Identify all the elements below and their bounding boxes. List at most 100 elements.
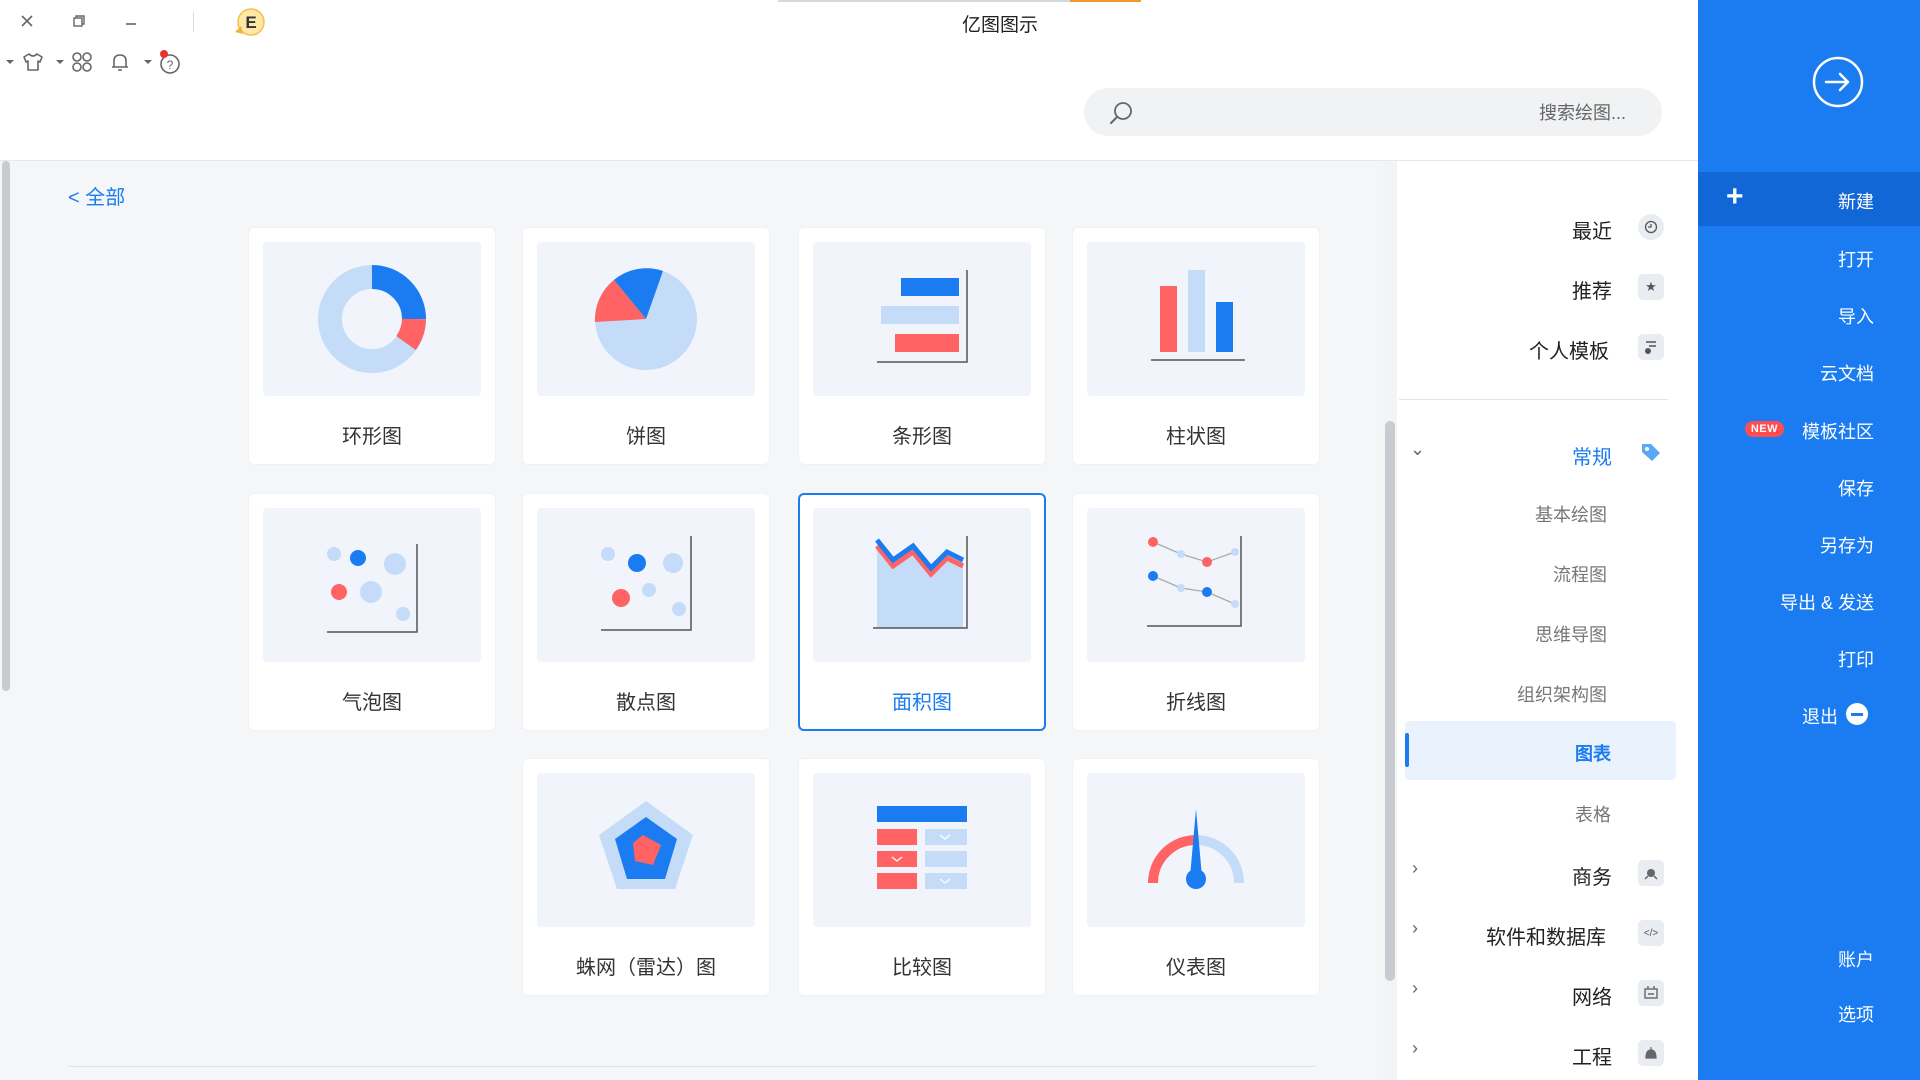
sidebar-group-general[interactable]: 常规 (1572, 441, 1612, 470)
new-badge: NEW (1744, 421, 1784, 437)
app-title: 亿图图示 (961, 15, 1038, 36)
category-sidebar: 最近 推荐 ★ 个人模板 ⌄ 常规 基本绘图 流程图 思维导图 组织架构图 图表… (1383, 161, 1698, 1080)
card-label: 气泡图 (342, 692, 402, 714)
engineering-icon (1638, 1040, 1664, 1066)
template-gallery: < 全部 柱状图 条形图 饼图 环形图 折线图 面积图 散点图 气泡图 仪表图 … (0, 161, 1383, 1080)
card-radar-chart[interactable]: 蛛网（雷达）图 (522, 758, 770, 996)
title-divider (193, 12, 194, 32)
card-label: 条形图 (892, 426, 952, 448)
chevron-right-icon[interactable]: › (1412, 978, 1418, 999)
gallery-scrollbar[interactable] (0, 161, 12, 691)
sidebar-item-recent[interactable]: 最近 (1572, 215, 1612, 244)
card-label: 仪表图 (1166, 957, 1226, 979)
line-chart-thumb-icon (1087, 508, 1305, 662)
import-button[interactable]: 导入 (1838, 303, 1874, 329)
sidebar-item-basic-drawing[interactable]: 基本绘图 (1535, 501, 1607, 527)
chevron-right-icon[interactable]: › (1412, 918, 1418, 939)
search-icon[interactable] (1108, 100, 1134, 131)
minimize-icon[interactable] (120, 10, 142, 32)
sidebar-item-recommended[interactable]: 推荐 (1572, 275, 1612, 304)
open-button[interactable]: 打开 (1838, 246, 1874, 272)
code-icon: </> (1638, 920, 1664, 946)
restore-icon[interactable] (68, 10, 90, 32)
sidebar-selected-highlight (1405, 721, 1676, 780)
sidebar-item-mind-map[interactable]: 思维导图 (1535, 621, 1607, 647)
apps-dropdown-icon[interactable] (54, 52, 66, 72)
template-community-button[interactable]: 模板社区 (1802, 418, 1874, 444)
gallery-bottom-divider (68, 1066, 1316, 1067)
card-label: 折线图 (1166, 692, 1226, 714)
area-chart-thumb-icon (813, 508, 1031, 662)
sidebar-item-org-chart[interactable]: 组织架构图 (1517, 681, 1607, 707)
donut-chart-thumb-icon (263, 242, 481, 396)
gauge-chart-thumb-icon (1087, 773, 1305, 927)
bell-icon[interactable] (108, 50, 132, 74)
card-pie-chart[interactable]: 饼图 (522, 227, 770, 465)
star-bookmark-icon: ★ (1638, 274, 1664, 300)
sidebar-divider (1399, 399, 1668, 400)
sidebar-group-network[interactable]: 网络 (1572, 981, 1612, 1010)
card-label: 散点图 (616, 692, 676, 714)
svg-text:?: ? (167, 58, 174, 72)
chevron-right-icon[interactable]: › (1412, 1038, 1418, 1059)
card-area-chart[interactable]: 面积图 (798, 493, 1046, 731)
sidebar-selected-indicator (1405, 733, 1409, 767)
card-donut-chart[interactable]: 环形图 (248, 227, 496, 465)
card-line-chart[interactable]: 折线图 (1072, 493, 1320, 731)
chevron-down-icon[interactable]: ⌄ (1410, 439, 1425, 460)
breadcrumb-all[interactable]: < 全部 (68, 181, 125, 210)
sidebar-group-software-database[interactable]: 软件和数据库 (1486, 921, 1606, 950)
business-icon (1638, 860, 1664, 886)
account-button[interactable]: 账户 (1838, 946, 1874, 972)
search-box[interactable] (1084, 88, 1662, 138)
exit-button[interactable]: 退出 (1802, 703, 1838, 729)
card-bar-chart[interactable]: 柱状图 (1072, 227, 1320, 465)
help-dropdown-icon[interactable] (142, 52, 154, 72)
card-comparison-chart[interactable]: 比较图 (798, 758, 1046, 996)
radar-chart-thumb-icon (537, 773, 755, 927)
back-arrow-icon[interactable] (1812, 56, 1864, 108)
sidebar-group-business[interactable]: 商务 (1572, 861, 1612, 890)
sidebar-item-personal-templates[interactable]: 个人模板 (1529, 335, 1609, 364)
save-as-button[interactable]: 另存为 (1820, 532, 1874, 558)
cloud-docs-button[interactable]: 云文档 (1820, 360, 1874, 386)
clock-icon (1638, 214, 1664, 240)
sidebar-group-engineering[interactable]: 工程 (1572, 1041, 1612, 1070)
new-button[interactable]: + 新建 (1698, 172, 1920, 226)
avatar-badge-icon[interactable]: E (232, 6, 268, 40)
card-bubble-chart[interactable]: 气泡图 (248, 493, 496, 731)
sidebar-item-table[interactable]: 表格 (1575, 801, 1611, 827)
scatter-chart-thumb-icon (537, 508, 755, 662)
network-icon (1638, 980, 1664, 1006)
exit-icon[interactable] (1846, 703, 1868, 725)
export-send-button[interactable]: 导出 & 发送 (1780, 589, 1874, 615)
card-label: 比较图 (892, 957, 952, 979)
plus-icon: + (1726, 180, 1744, 213)
theme-dropdown-icon[interactable] (4, 52, 16, 72)
card-label: 环形图 (342, 426, 402, 448)
card-gauge-chart[interactable]: 仪表图 (1072, 758, 1320, 996)
close-icon[interactable] (16, 10, 38, 32)
category-scrollbar[interactable] (1383, 161, 1397, 1080)
shirt-icon[interactable] (20, 50, 46, 74)
card-label: 柱状图 (1166, 426, 1226, 448)
help-icon[interactable]: ? (156, 48, 184, 76)
sidebar-item-charts[interactable]: 图表 (1575, 740, 1611, 766)
apps-grid-icon[interactable] (70, 50, 94, 74)
sidebar-item-flowchart[interactable]: 流程图 (1553, 561, 1607, 587)
print-button[interactable]: 打印 (1838, 646, 1874, 672)
options-button[interactable]: 选项 (1838, 1001, 1874, 1027)
search-input[interactable] (1154, 88, 1628, 138)
category-scrollbar-thumb[interactable] (1385, 421, 1395, 981)
bar-chart-thumb-icon (1087, 242, 1305, 396)
title-bar: E ? 亿图图示 (0, 0, 1698, 161)
title-strip-accent (1070, 0, 1141, 2)
save-button[interactable]: 保存 (1838, 475, 1874, 501)
pie-chart-thumb-icon (537, 242, 755, 396)
card-scatter-chart[interactable]: 散点图 (522, 493, 770, 731)
gallery-scrollbar-thumb[interactable] (2, 161, 10, 691)
bubble-chart-thumb-icon (263, 508, 481, 662)
chevron-right-icon[interactable]: › (1412, 858, 1418, 879)
comparison-chart-thumb-icon (813, 773, 1031, 927)
card-horizontal-bar-chart[interactable]: 条形图 (798, 227, 1046, 465)
